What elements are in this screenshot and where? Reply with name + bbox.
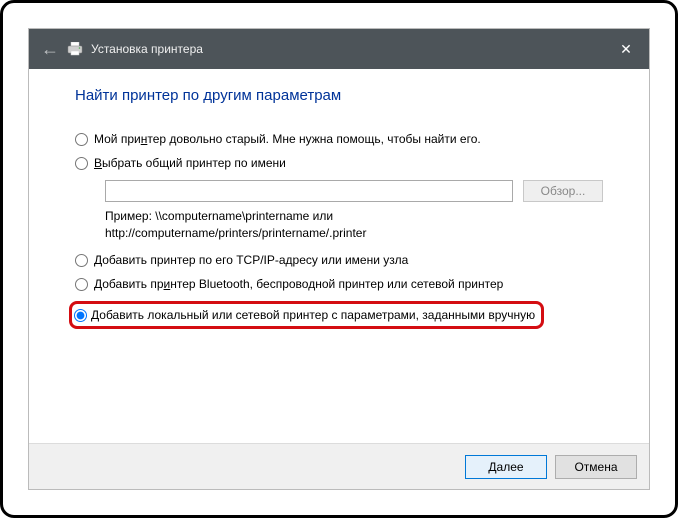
option-shared-printer-label: Выбрать общий принтер по имени xyxy=(94,156,286,170)
radio-bluetooth[interactable] xyxy=(75,278,88,291)
option-manual-label: Добавить локальный или сетевой принтер с… xyxy=(91,308,535,322)
browse-button: Обзор... xyxy=(523,180,603,202)
printer-icon xyxy=(67,42,83,56)
option-old-printer-label: Мой принтер довольно старый. Мне нужна п… xyxy=(94,132,481,146)
shared-printer-name-input[interactable] xyxy=(105,180,513,202)
dialog-content: Найти принтер по другим параметрам Мой п… xyxy=(29,69,649,443)
example-line2: http://computername/printers/printername… xyxy=(105,225,603,242)
shared-printer-example: Пример: \\computername\printername или h… xyxy=(105,208,603,243)
next-button[interactable]: Далее xyxy=(465,455,547,479)
option-bluetooth[interactable]: Добавить принтер Bluetooth, беспроводной… xyxy=(75,277,603,291)
option-manual[interactable]: Добавить локальный или сетевой принтер с… xyxy=(74,308,535,322)
close-button[interactable]: ✕ xyxy=(603,29,649,69)
close-icon: ✕ xyxy=(620,41,632,58)
titlebar: ← Установка принтера ✕ xyxy=(29,29,649,69)
back-arrow-icon: ← xyxy=(41,39,59,60)
page-title: Найти принтер по другим параметрам xyxy=(75,87,603,104)
highlight-manual-option: Добавить локальный или сетевой принтер с… xyxy=(69,301,544,329)
option-shared-printer[interactable]: Выбрать общий принтер по имени xyxy=(75,156,603,170)
shared-printer-subblock: Обзор... Пример: \\computername\printern… xyxy=(105,180,603,243)
radio-shared-printer[interactable] xyxy=(75,157,88,170)
shared-printer-input-row: Обзор... xyxy=(105,180,603,202)
cancel-button[interactable]: Отмена xyxy=(555,455,637,479)
example-line1: Пример: \\computername\printername или xyxy=(105,208,603,225)
option-tcpip-label: Добавить принтер по его TCP/IP-адресу ил… xyxy=(94,253,408,267)
option-bluetooth-label: Добавить принтер Bluetooth, беспроводной… xyxy=(94,277,503,291)
radio-tcpip[interactable] xyxy=(75,254,88,267)
option-tcpip[interactable]: Добавить принтер по его TCP/IP-адресу ил… xyxy=(75,253,603,267)
radio-manual[interactable] xyxy=(74,309,87,322)
dialog-footer: Далее Отмена xyxy=(29,443,649,489)
radio-old-printer[interactable] xyxy=(75,133,88,146)
printer-install-dialog: ← Установка принтера ✕ Найти принтер по … xyxy=(28,28,650,490)
window-title: Установка принтера xyxy=(91,42,203,56)
option-old-printer[interactable]: Мой принтер довольно старый. Мне нужна п… xyxy=(75,132,603,146)
